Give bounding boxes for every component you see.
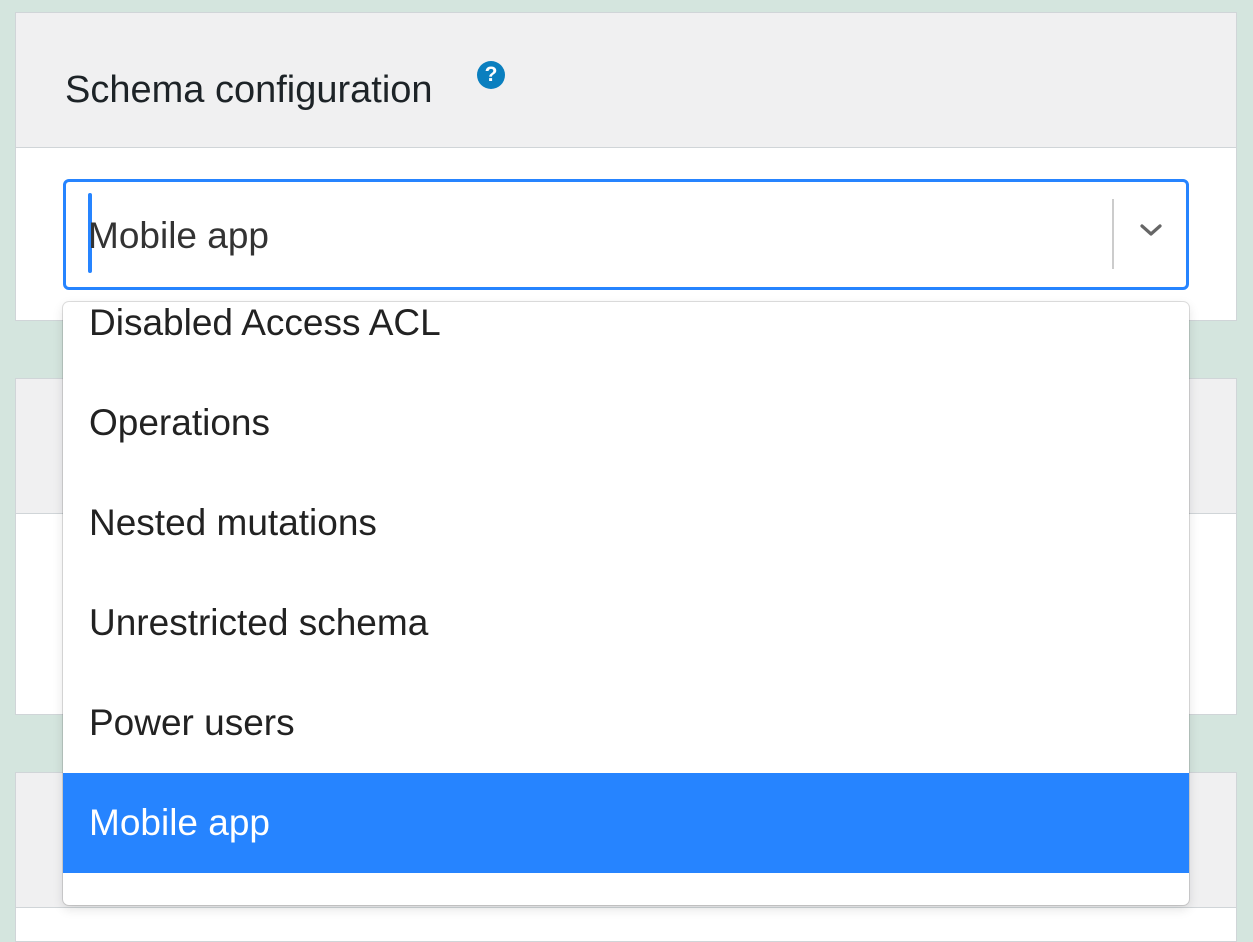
chevron-down-icon[interactable]	[1139, 222, 1163, 238]
schema-configuration-select[interactable]: Mobile app	[63, 179, 1189, 290]
dropdown-option[interactable]: Power users	[63, 673, 1189, 773]
help-icon[interactable]: ?	[477, 61, 505, 89]
dropdown-option[interactable]: Disabled Access ACL	[63, 302, 1189, 373]
dropdown-menu[interactable]: Disabled Access ACL Operations Nested muta…	[63, 302, 1189, 905]
select-value[interactable]: Mobile app	[88, 216, 269, 256]
panel-title: Schema configuration	[65, 69, 433, 111]
dropdown-option[interactable]: Mobile app	[63, 773, 1189, 873]
panel-header: Schema configuration ?	[16, 13, 1236, 148]
indicator-separator	[1112, 199, 1114, 269]
dropdown-options-list: Disabled Access ACL Operations Nested muta…	[63, 302, 1189, 873]
dropdown-option[interactable]: Operations	[63, 373, 1189, 473]
dropdown-option[interactable]: Nested mutations	[63, 473, 1189, 573]
dropdown-option[interactable]: Unrestricted schema	[63, 573, 1189, 673]
